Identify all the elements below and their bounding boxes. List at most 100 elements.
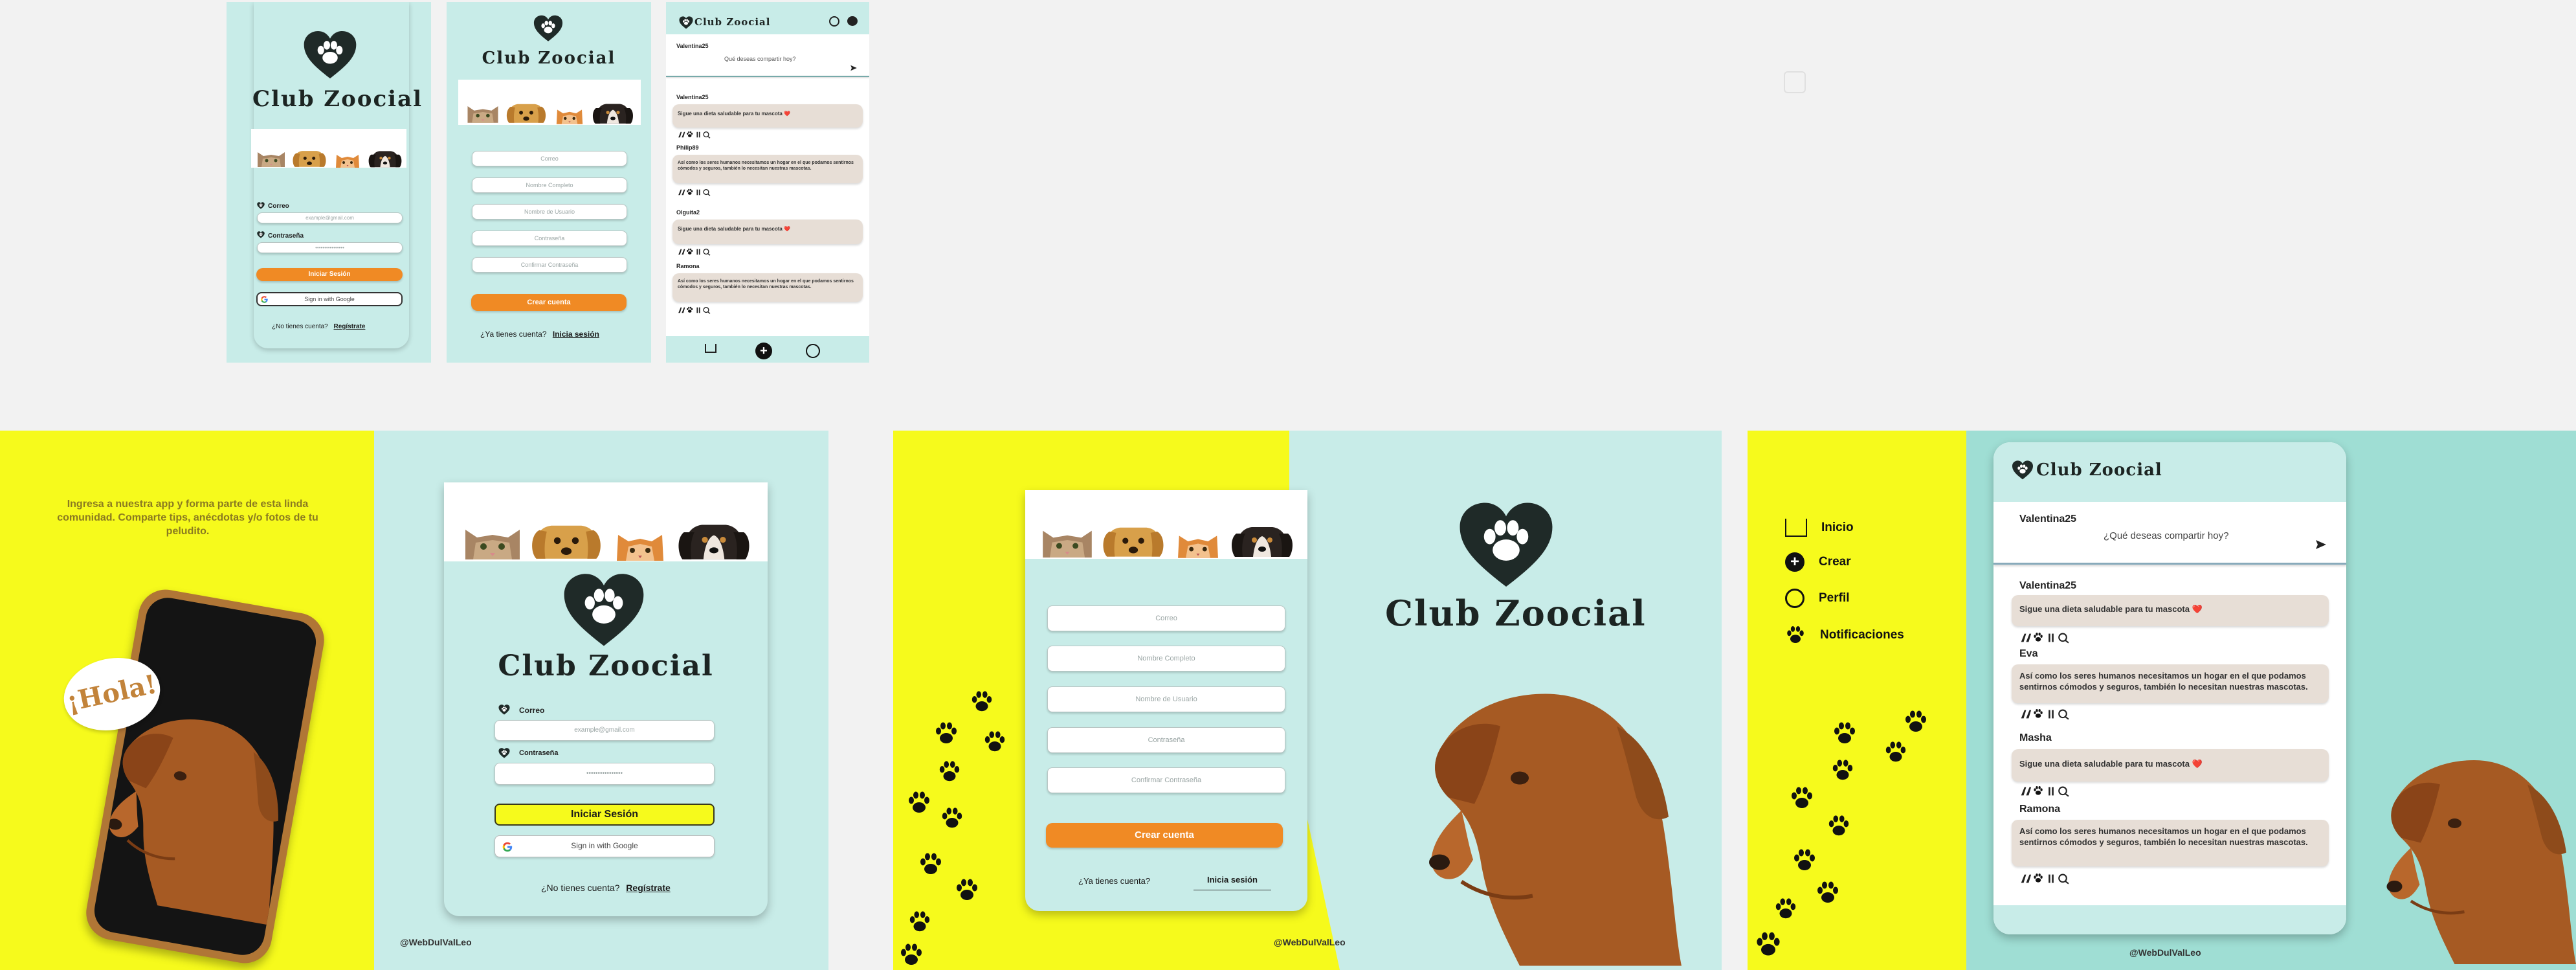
paw-print-icon <box>1815 880 1841 906</box>
composer-user: Valentina25 <box>2019 513 2077 524</box>
create-account-button[interactable]: Crear cuenta <box>1046 823 1283 848</box>
pets-banner <box>1025 490 1307 559</box>
register-link[interactable]: Regístrate <box>626 883 670 893</box>
sidebar-item-notificaciones[interactable]: Notificaciones <box>1785 625 1904 646</box>
paw-print-icon <box>983 730 1007 754</box>
email-field[interactable]: example@gmail.com <box>494 720 715 741</box>
desktop-signup-frame: Correo Nombre Completo Nombre de Usuario… <box>893 431 1722 970</box>
post-actions[interactable] <box>676 248 713 256</box>
no-account-row: ¿No tienes cuenta? Regístrate <box>541 883 671 893</box>
paw-print-icon <box>918 852 944 877</box>
google-signin-button[interactable]: Sign in with Google <box>494 835 715 857</box>
post-actions[interactable] <box>2019 708 2071 720</box>
google-signin-button[interactable]: Sign in with Google <box>256 292 403 306</box>
google-icon <box>502 841 513 853</box>
brand-title: Club Zoocial <box>482 49 616 68</box>
sidebar-item-label: Notificaciones <box>1820 628 1904 642</box>
pets-banner <box>251 129 406 168</box>
mobile-signup-frame: Club Zoocial Correo Nombre Completo Nomb… <box>447 2 651 363</box>
signup-username-field[interactable]: Nombre de Usuario <box>1047 686 1285 712</box>
password-heart-icon <box>257 231 265 238</box>
feed-brand-title: Club Zoocial <box>2036 460 2162 480</box>
sidebar-item-inicio[interactable]: Inicio <box>1785 519 1854 537</box>
post-user: Valentina25 <box>2019 580 2077 591</box>
post-actions[interactable] <box>676 131 713 139</box>
post-actions[interactable] <box>2019 785 2071 797</box>
phone-screen <box>91 594 320 959</box>
composer-input[interactable]: Qué deseas compartir hoy? <box>724 56 796 62</box>
register-link[interactable]: Regístrate <box>334 323 366 330</box>
google-icon <box>260 295 269 304</box>
brand-heart-logo <box>533 15 563 42</box>
feed-footer <box>1993 905 2346 934</box>
post-user: Valentina25 <box>676 94 709 100</box>
search-icon[interactable] <box>829 16 839 27</box>
login-button[interactable]: Iniciar Sesión <box>256 268 403 281</box>
desktop-login-frame: Ingresa a nuestra app y forma parte de e… <box>0 431 828 970</box>
have-account-text: ¿Ya tienes cuenta? <box>480 330 547 339</box>
post-user: Eva <box>2019 648 2038 659</box>
login-button[interactable]: Iniciar Sesión <box>494 804 715 826</box>
password-field[interactable]: •••••••••••••••• <box>257 242 403 253</box>
desktop-login-card: Club Zoocial Correo example@gmail.com Co… <box>444 482 768 916</box>
signup-confirm-field[interactable]: Confirmar Contraseña <box>1047 767 1285 793</box>
password-field[interactable]: •••••••••••••••• <box>494 763 715 785</box>
no-account-text: ¿No tienes cuenta? <box>541 883 620 893</box>
sidebar-item-perfil[interactable]: Perfil <box>1785 589 1850 608</box>
login-link[interactable]: Inicia sesión <box>1194 875 1271 890</box>
desktop-signup-card: Correo Nombre Completo Nombre de Usuario… <box>1025 490 1307 911</box>
chat-icon[interactable] <box>847 16 858 26</box>
composer-divider <box>666 76 869 77</box>
post-actions[interactable] <box>676 188 713 196</box>
post-body: Así como los seres humanos necesitamos u… <box>672 155 863 183</box>
post-actions[interactable] <box>676 306 713 314</box>
signup-fullname-field[interactable]: Nombre Completo <box>1047 646 1285 671</box>
create-post-button[interactable]: + <box>755 343 772 359</box>
email-label: Correo <box>519 706 545 715</box>
signup-password-field[interactable]: Contraseña <box>472 231 627 246</box>
paw-print-icon <box>970 690 994 714</box>
email-field[interactable]: example@gmail.com <box>257 212 403 223</box>
signup-email-field[interactable]: Correo <box>1047 605 1285 631</box>
post-body: Así como los seres humanos necesitamos u… <box>672 273 863 302</box>
sidebar-item-crear[interactable]: + Crear <box>1785 552 1851 572</box>
brand-title: Club Zoocial <box>1385 592 1647 634</box>
pets-banner <box>458 80 641 125</box>
email-heart-icon <box>498 705 510 715</box>
send-icon[interactable] <box>2315 538 2327 551</box>
signup-email-field[interactable]: Correo <box>472 151 627 166</box>
paw-icon <box>1785 625 1806 646</box>
post-actions[interactable] <box>2019 632 2071 644</box>
password-label: Contraseña <box>268 232 304 240</box>
post-user: Ramona <box>2019 804 2061 815</box>
bubble-text: ¡Hola! <box>63 668 160 718</box>
send-icon[interactable] <box>850 64 858 72</box>
brand-heart-logo <box>562 573 646 648</box>
post-body: Sigue una dieta saludable para tu mascot… <box>2012 749 2329 782</box>
paw-print-icon <box>907 910 932 934</box>
profile-icon[interactable] <box>806 344 820 358</box>
post-actions[interactable] <box>2019 873 2071 885</box>
signup-fullname-field[interactable]: Nombre Completo <box>472 177 627 193</box>
feed-brand-title: Club Zoocial <box>694 16 771 28</box>
paw-print-icon <box>1827 814 1851 839</box>
paw-print-icon <box>1830 758 1855 783</box>
brand-title: Club Zoocial <box>252 86 423 112</box>
paw-print-icon <box>1792 848 1817 874</box>
home-icon[interactable] <box>705 344 716 353</box>
credit-text: @WebDulValLeo <box>400 937 472 947</box>
signup-password-field[interactable]: Contraseña <box>1047 727 1285 753</box>
no-account-text: ¿No tienes cuenta? <box>272 323 328 330</box>
post-body: Así como los seres humanos necesitamos u… <box>2012 664 2329 703</box>
email-heart-icon <box>257 202 265 209</box>
login-link[interactable]: Inicia sesión <box>553 330 599 339</box>
paw-print-icon <box>1883 740 1908 765</box>
sidebar-panel <box>1748 431 1966 970</box>
create-account-button[interactable]: Crear cuenta <box>471 294 627 311</box>
composer-user: Valentina25 <box>676 43 709 49</box>
signup-confirm-field[interactable]: Confirmar Contraseña <box>472 257 627 273</box>
signup-username-field[interactable]: Nombre de Usuario <box>472 204 627 220</box>
composer-input[interactable]: ¿Qué deseas compartir hoy? <box>2104 530 2228 541</box>
intro-text: Ingresa a nuestra app y forma parte de e… <box>57 499 318 537</box>
home-icon <box>1785 519 1807 537</box>
